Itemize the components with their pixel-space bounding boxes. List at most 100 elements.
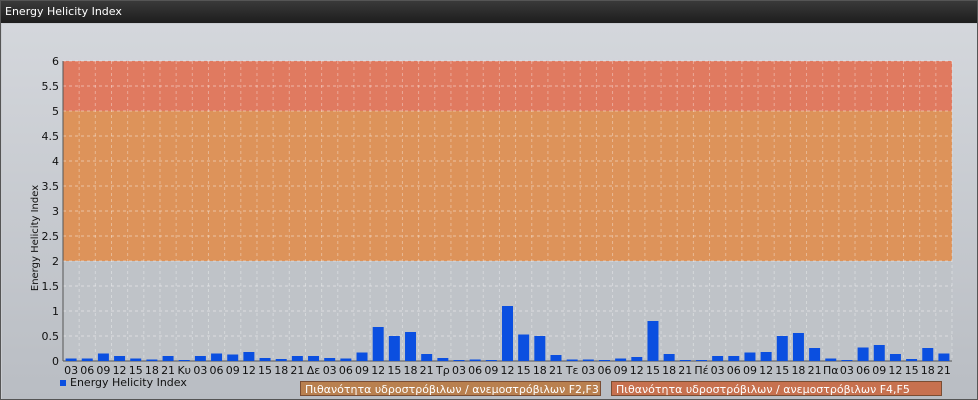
x-tick-label: 09 — [226, 364, 240, 377]
bar[interactable] — [130, 358, 142, 362]
x-tick-label: 03 — [323, 364, 337, 377]
bar[interactable] — [809, 348, 821, 361]
bar[interactable] — [825, 358, 837, 362]
y-tick-label: 6 — [52, 55, 59, 68]
ehi-chart: 00.511.522.533.544.555.56 03 06 09 12 15 18 21… — [30, 55, 953, 377]
bar[interactable] — [582, 359, 594, 362]
x-tick-label: 18 — [404, 364, 418, 377]
bar[interactable] — [873, 345, 885, 361]
x-tick-label: 06 — [856, 364, 870, 377]
x-tick-label: 15 — [775, 364, 789, 377]
bar[interactable] — [663, 354, 675, 361]
bar[interactable] — [502, 306, 513, 361]
x-tick-label: 21 — [290, 364, 304, 377]
bar[interactable] — [421, 354, 433, 361]
band-legend-f2f3[interactable]: Πιθανότητα υδροστρόβιλων / ανεμοστρόβιλω… — [300, 381, 601, 396]
x-tick-label: 06 — [210, 364, 224, 377]
bar[interactable] — [81, 358, 93, 362]
bar[interactable] — [227, 354, 239, 362]
y-tick-label: 1.5 — [42, 280, 60, 293]
bar[interactable] — [308, 356, 320, 361]
bar[interactable] — [776, 336, 788, 361]
bar[interactable] — [728, 356, 740, 361]
x-tick-labels: 03 06 09 12 15 18 21 Κυ 03 06 09 12 15 18 21 Δε 03 06 09 12… — [64, 364, 951, 377]
x-tick-label: 18 — [533, 364, 547, 377]
bar[interactable] — [162, 356, 174, 361]
series-legend[interactable]: Energy Helicity Index — [60, 376, 187, 389]
x-tick-label: 09 — [484, 364, 498, 377]
bar[interactable] — [938, 353, 950, 362]
bar[interactable] — [291, 356, 303, 361]
bar[interactable] — [437, 358, 449, 361]
x-tick-label: 06 — [468, 364, 482, 377]
x-tick-label: 21 — [678, 364, 692, 377]
bar[interactable] — [841, 360, 853, 361]
band-legend-f4f5[interactable]: Πιθανότητα υδροστρόβιλων / ανεμοστρόβιλω… — [611, 381, 942, 396]
x-tick-label: 09 — [614, 364, 628, 377]
bar[interactable] — [792, 333, 804, 361]
bar[interactable] — [534, 336, 546, 361]
bar[interactable] — [65, 358, 77, 362]
x-tick-label: Πα — [823, 364, 839, 377]
bar[interactable] — [340, 358, 352, 362]
bar[interactable] — [194, 356, 206, 361]
x-tick-label: 06 — [727, 364, 741, 377]
bar[interactable] — [712, 356, 724, 361]
bar[interactable] — [760, 352, 772, 361]
y-tick-label: 2.5 — [42, 230, 60, 243]
x-tick-label: 21 — [420, 364, 434, 377]
x-tick-label: 03 — [581, 364, 595, 377]
bar[interactable] — [550, 355, 562, 361]
bar[interactable] — [243, 352, 255, 361]
bar[interactable] — [598, 360, 610, 361]
bar[interactable] — [631, 357, 643, 361]
chart-window: Energy Helicity Index 0 0.5 1 1.5 2 2.5 3 3.5 4 4… — [0, 0, 978, 400]
bar[interactable] — [695, 360, 707, 361]
x-tick-label: 15 — [646, 364, 660, 377]
bar[interactable] — [356, 352, 368, 362]
bar[interactable] — [679, 360, 691, 361]
bar[interactable] — [211, 353, 223, 362]
x-tick-label: 15 — [905, 364, 919, 377]
x-tick-label: 18 — [662, 364, 676, 377]
bar[interactable] — [566, 359, 578, 362]
bar[interactable] — [906, 359, 918, 361]
chart-panel: 0 0.5 1 1.5 2 2.5 3 3.5 4 4.5 5 5.5 6 03 06 09 12 15 18 21… — [2, 24, 977, 399]
bar[interactable] — [647, 321, 659, 361]
bar[interactable] — [469, 359, 481, 362]
bar[interactable] — [114, 356, 126, 361]
y-axis-label: Energy Helicity Index — [30, 185, 41, 291]
x-tick-label: 12 — [759, 364, 773, 377]
x-tick-label: 03 — [840, 364, 854, 377]
x-tick-label: 18 — [274, 364, 288, 377]
bar[interactable] — [372, 327, 384, 361]
x-tick-label: 06 — [339, 364, 353, 377]
bar[interactable] — [518, 334, 530, 362]
bar[interactable] — [485, 360, 497, 361]
x-tick-label: 12 — [501, 364, 515, 377]
bar[interactable] — [146, 359, 158, 362]
bar[interactable] — [388, 336, 400, 361]
bar[interactable] — [922, 348, 934, 361]
bar[interactable] — [324, 358, 336, 361]
bar[interactable] — [615, 358, 627, 362]
series-legend-swatch — [60, 380, 66, 386]
y-tick-label: 4 — [52, 155, 59, 168]
bar[interactable] — [405, 332, 417, 361]
bar[interactable] — [178, 360, 190, 361]
bar[interactable] — [857, 347, 869, 362]
x-tick-label: 03 — [452, 364, 466, 377]
x-tick-label: 15 — [387, 364, 401, 377]
bar[interactable] — [744, 352, 756, 362]
series-legend-label: Energy Helicity Index — [70, 376, 187, 389]
x-tick-label: 12 — [888, 364, 902, 377]
bar[interactable] — [97, 353, 109, 362]
x-tick-label: 18 — [791, 364, 805, 377]
bar[interactable] — [259, 358, 271, 361]
y-tick-label: 1 — [52, 305, 59, 318]
bar[interactable] — [275, 359, 287, 361]
bar[interactable] — [453, 360, 465, 361]
x-tick-label: 09 — [355, 364, 369, 377]
bar[interactable] — [889, 354, 901, 361]
window-title: Energy Helicity Index — [1, 1, 977, 23]
